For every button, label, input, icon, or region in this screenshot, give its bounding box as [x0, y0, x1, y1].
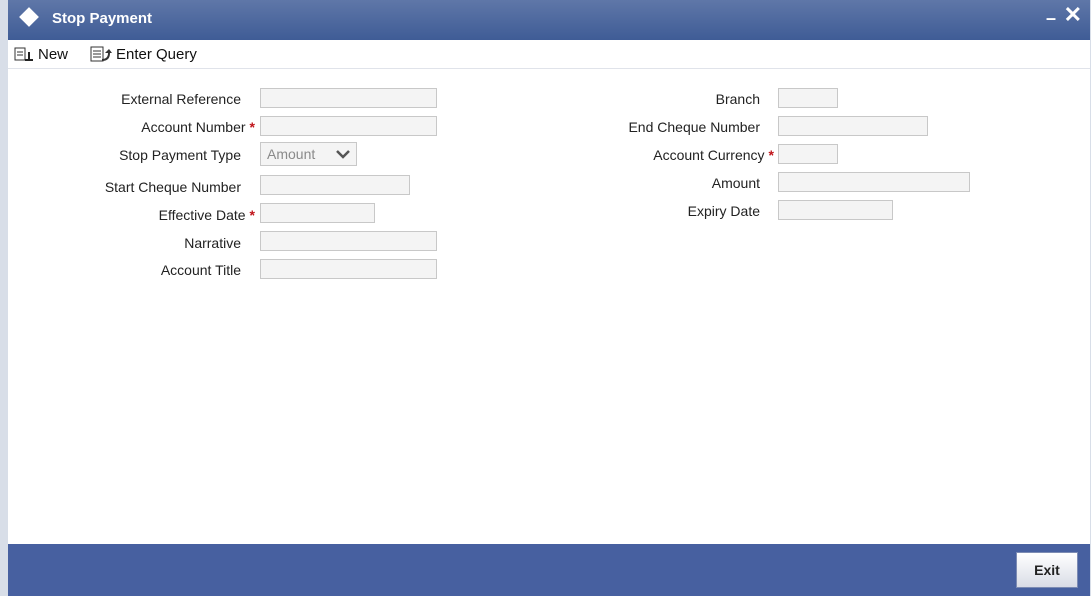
minimize-icon[interactable]: – — [1046, 8, 1056, 29]
chevron-down-icon — [336, 150, 350, 159]
exit-button[interactable]: Exit — [1016, 552, 1078, 588]
enter-query-label: Enter Query — [116, 45, 197, 63]
account-number-label-wrap: Account Number * — [141, 119, 255, 135]
end-cheque-number-label: End Cheque Number — [628, 119, 760, 135]
diamond-icon — [19, 7, 39, 27]
amount-label: Amount — [711, 175, 760, 191]
stop-payment-type-value: Amount — [267, 146, 316, 162]
effective-date-input[interactable] — [260, 203, 375, 223]
required-marker: * — [249, 207, 255, 223]
external-reference-label: External Reference — [121, 91, 241, 107]
footer-bar: Exit — [8, 544, 1090, 596]
external-reference-input[interactable] — [260, 88, 437, 108]
account-currency-label-wrap: Account Currency * — [653, 147, 774, 163]
account-number-label: Account Number — [141, 119, 246, 135]
end-cheque-number-input[interactable] — [778, 116, 928, 136]
start-cheque-number-label: Start Cheque Number — [104, 179, 241, 195]
expiry-date-label: Expiry Date — [687, 203, 760, 219]
narrative-label: Narrative — [184, 235, 241, 251]
effective-date-label-wrap: Effective Date * — [159, 207, 255, 223]
account-number-input[interactable] — [260, 116, 437, 136]
account-currency-label: Account Currency — [653, 147, 765, 163]
branch-input[interactable] — [778, 88, 838, 108]
title-bar: Stop Payment – ✕ — [8, 0, 1090, 40]
new-button-label: New — [38, 45, 69, 63]
stop-payment-type-select[interactable]: Amount — [260, 142, 357, 166]
required-marker: * — [249, 119, 255, 135]
start-cheque-number-input[interactable] — [260, 175, 410, 195]
effective-date-label: Effective Date — [158, 207, 246, 223]
enter-query-icon — [90, 46, 112, 62]
narrative-input[interactable] — [260, 231, 437, 251]
toolbar: New Enter Query — [8, 40, 1090, 69]
enter-query-button[interactable]: Enter Query — [90, 44, 197, 64]
account-currency-input[interactable] — [778, 144, 838, 164]
expiry-date-input[interactable] — [778, 200, 893, 220]
account-title-input[interactable] — [260, 259, 437, 279]
stop-payment-window: Stop Payment – ✕ New Enter Query Externa… — [0, 0, 1091, 596]
new-button[interactable]: New — [14, 44, 68, 64]
account-title-label: Account Title — [160, 262, 241, 278]
stop-payment-type-label: Stop Payment Type — [119, 147, 241, 163]
close-icon[interactable]: ✕ — [1064, 2, 1082, 28]
amount-input[interactable] — [778, 172, 970, 192]
required-marker: * — [768, 147, 774, 163]
window-title: Stop Payment — [52, 10, 153, 27]
new-icon — [14, 47, 33, 61]
branch-label: Branch — [715, 91, 760, 107]
